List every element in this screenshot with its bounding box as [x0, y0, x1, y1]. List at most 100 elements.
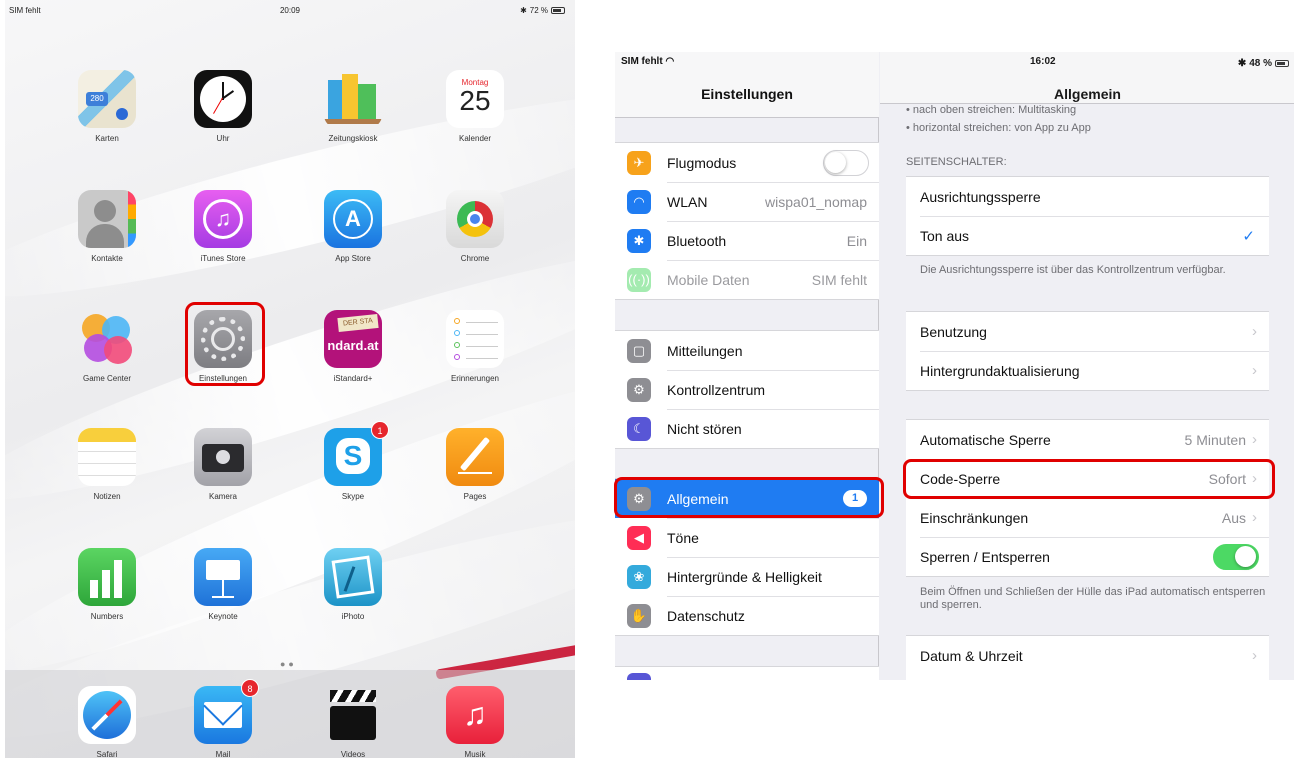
clock-label: 16:02: [1030, 56, 1056, 67]
cellular-antenna-icon: ((·)): [627, 267, 651, 292]
app-label: Uhr: [216, 134, 230, 143]
sidebar-title: Einstellungen: [701, 86, 793, 102]
app-label: Erinnerungen: [450, 374, 500, 383]
app-kontakte[interactable]: Kontakte: [67, 190, 147, 263]
row-datum-uhrzeit[interactable]: Datum & Uhrzeit ›: [906, 636, 1269, 675]
row-einschrankungen[interactable]: Einschränkungen Aus ›: [906, 498, 1269, 537]
clock-icon: [194, 70, 252, 128]
app-itunes-store[interactable]: ♫ iTunes Store: [183, 190, 263, 263]
app-label: Notizen: [93, 492, 121, 501]
home-status-bar: SIM fehlt 20:09 ✱ 72 %: [5, 6, 575, 20]
sidebar-item-mobile-daten[interactable]: ((·)) Mobile Daten SIM fehlt: [615, 260, 879, 299]
notifications-group: ▢ Mitteilungen ⚙ Kontrollzentrum ☾ Nicht…: [615, 330, 879, 449]
home-screen: SIM fehlt 20:09 ✱ 72 % 280 Karten Uhr Ze…: [5, 0, 575, 758]
row-hintergrundaktualisierung[interactable]: Hintergrundaktualisierung ›: [906, 351, 1269, 390]
app-label: App Store: [335, 254, 371, 263]
sidebar-item-bluetooth[interactable]: ✱ Bluetooth Ein: [615, 221, 879, 260]
chevron-right-icon: ›: [1252, 509, 1257, 526]
app-karten[interactable]: 280 Karten: [67, 70, 147, 143]
sidebar-item-kontrollzentrum[interactable]: ⚙ Kontrollzentrum: [615, 370, 879, 409]
dock-app-videos[interactable]: Videos: [313, 686, 393, 758]
sidebar-item-wlan[interactable]: ◠ WLAN wispa01_nomap: [615, 182, 879, 221]
usage-group: Benutzung › Hintergrundaktualisierung ›: [906, 311, 1269, 391]
app-zeitungskiosk[interactable]: Zeitungskiosk: [313, 70, 393, 143]
app-label: Keynote: [208, 612, 238, 621]
istandard-icon: DER STA ndard.at: [324, 310, 382, 368]
highlight-einstellungen: [185, 302, 265, 386]
option-ausrichtungssperre[interactable]: Ausrichtungssperre: [906, 177, 1269, 216]
highlight-code-sperre: [903, 459, 1275, 499]
app-label: Game Center: [82, 374, 132, 383]
moon-icon: ☾: [627, 416, 651, 441]
wlan-value: wispa01_nomap: [765, 193, 867, 210]
hand-icon: ✋: [627, 603, 651, 628]
dock-app-mail[interactable]: 8 Mail: [183, 679, 263, 758]
app-label: Safari: [96, 750, 118, 758]
sidebar-item-flugmodus[interactable]: ✈ Flugmodus: [615, 143, 879, 182]
pages-icon: [446, 428, 504, 486]
app-kamera[interactable]: Kamera: [183, 428, 263, 501]
app-label: Musik: [464, 750, 486, 758]
page-indicator[interactable]: ●●: [280, 659, 310, 669]
sidebar-item-mitteilungen[interactable]: ▢ Mitteilungen: [615, 331, 879, 370]
app-label: Pages: [463, 492, 487, 501]
app-erinnerungen[interactable]: Erinnerungen: [435, 310, 515, 383]
automatische-sperre-value: 5 Minuten: [1184, 431, 1246, 448]
highlight-allgemein: [614, 477, 884, 518]
chevron-right-icon: ›: [1252, 362, 1257, 379]
sidebar-item-tone[interactable]: ◀ Töne: [615, 518, 879, 557]
app-app-store[interactable]: A App Store: [313, 190, 393, 263]
detail-title: Allgemein: [1054, 86, 1121, 102]
row-benutzung[interactable]: Benutzung ›: [906, 312, 1269, 351]
sidebar-navbar: SIM fehlt ◠ Einstellungen: [615, 52, 879, 118]
app-kalender[interactable]: Montag 25 Kalender: [435, 70, 515, 143]
app-label: Kalender: [458, 134, 492, 143]
app-label: Chrome: [460, 254, 490, 263]
app-notizen[interactable]: Notizen: [67, 428, 147, 501]
app-iphoto[interactable]: iPhoto: [313, 548, 393, 621]
side-switch-group: Ausrichtungssperre Ton aus ✓: [906, 176, 1269, 256]
sidebar-item-hintergrunde[interactable]: ❀ Hintergründe & Helligkeit: [615, 557, 879, 596]
row-sperren-entsperren: Sperren / Entsperren: [906, 537, 1269, 576]
app-chrome[interactable]: Chrome: [435, 190, 515, 263]
notes-icon: [78, 428, 136, 486]
app-keynote[interactable]: Keynote: [183, 548, 263, 621]
reminders-icon: [446, 310, 504, 368]
settings-detail: • nach oben streichen: Multitasking • ho…: [880, 52, 1294, 680]
sidebar-item-nicht-storen[interactable]: ☾ Nicht stören: [615, 409, 879, 448]
app-pages[interactable]: Pages: [435, 428, 515, 501]
skype-badge: 1: [371, 421, 389, 439]
gesture-hint-2: • horizontal streichen: von App zu App: [906, 122, 1091, 134]
app-numbers[interactable]: Numbers: [67, 548, 147, 621]
dock-app-safari[interactable]: Safari: [67, 686, 147, 758]
flugmodus-toggle[interactable]: [823, 149, 869, 176]
app-label: Zeitungskiosk: [328, 134, 378, 143]
gesture-hint-1: • nach oben streichen: Multitasking: [906, 104, 1077, 116]
control-center-icon: ⚙: [627, 377, 651, 402]
sperren-entsperren-toggle[interactable]: [1213, 543, 1259, 570]
app-uhr[interactable]: Uhr: [183, 70, 263, 143]
battery-percent: 72 %: [529, 6, 548, 15]
dock-app-musik[interactable]: ♫ Musik: [435, 686, 515, 758]
detail-navbar: 16:02 ✱ 48 % Allgemein: [880, 52, 1294, 104]
contacts-icon: [78, 190, 136, 248]
wifi-icon: ◠: [627, 189, 651, 214]
app-skype[interactable]: 1 S Skype: [313, 421, 393, 501]
chevron-right-icon: ›: [1252, 647, 1257, 664]
app-game-center[interactable]: Game Center: [67, 310, 147, 383]
option-ton-aus[interactable]: Ton aus ✓: [906, 216, 1269, 255]
sidebar-item-datenschutz[interactable]: ✋ Datenschutz: [615, 596, 879, 635]
app-label: Kontakte: [91, 254, 123, 263]
itunes-store-icon: ♫: [194, 190, 252, 248]
videos-clapper-icon: [324, 686, 382, 744]
app-label: iTunes Store: [200, 254, 246, 263]
row-automatische-sperre[interactable]: Automatische Sperre 5 Minuten ›: [906, 420, 1269, 459]
chevron-right-icon: ›: [1252, 431, 1257, 448]
next-group: [615, 666, 879, 680]
chrome-icon: [446, 190, 504, 248]
battery-icon: [551, 7, 565, 14]
bluetooth-icon: ✱: [627, 228, 651, 253]
mail-badge: 8: [241, 679, 259, 697]
app-istandard[interactable]: DER STA ndard.at iStandard+: [313, 310, 393, 383]
settings-screen: SIM fehlt ◠ Einstellungen ✈ Flugmodus ◠ …: [615, 52, 1294, 680]
